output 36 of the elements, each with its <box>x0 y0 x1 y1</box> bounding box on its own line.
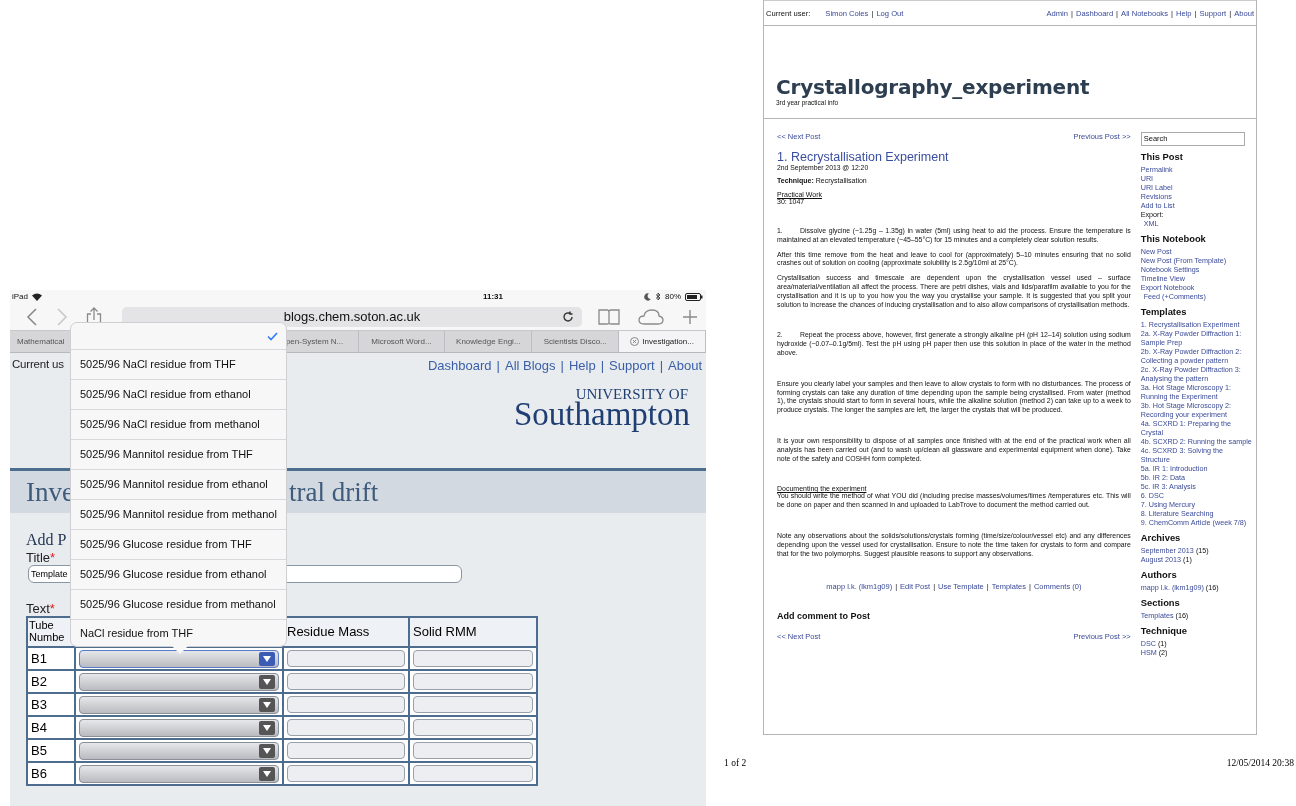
column-header: Residue Mass <box>283 617 409 647</box>
post-title: 1. Recrystallisation Experiment <box>777 150 950 164</box>
separator: | <box>600 358 605 373</box>
required-mark: * <box>49 601 55 616</box>
sidebar-heading: Sections <box>1140 597 1181 608</box>
separator: | <box>496 358 500 373</box>
form-heading: Add P <box>26 531 67 549</box>
column-header: Tube Numbe <box>27 617 75 647</box>
row-label: B4 <box>27 716 75 739</box>
sidebar-heading: This Post <box>1140 151 1184 162</box>
sidebar-heading: Technique <box>1140 625 1188 636</box>
text-label: Text <box>26 601 50 616</box>
device-label: iPad <box>12 292 28 301</box>
row-label: B1 <box>27 647 75 670</box>
row-label: B3 <box>27 693 75 716</box>
sidebar-heading: This Notebook <box>1140 233 1207 244</box>
row-label: B2 <box>27 670 75 693</box>
clock-time: 11:31 <box>482 292 503 301</box>
current-user-label: Current us <box>12 358 64 372</box>
comment-heading: Add comment to Post <box>777 611 871 622</box>
sidebar-heading: Templates <box>1140 306 1188 317</box>
row-label: B6 <box>27 762 75 785</box>
battery-percent: 80% <box>665 292 681 301</box>
page-number: 1 of 2 <box>724 758 747 768</box>
separator: | <box>560 358 564 373</box>
separator: | <box>659 358 663 373</box>
sidebar-heading: Authors <box>1140 569 1178 580</box>
sidebar-heading: Archives <box>1140 532 1182 543</box>
required-mark: * <box>50 550 56 565</box>
blog-title: Crystallography_experiment <box>776 75 1091 99</box>
university-logo: UNIVERSITY OF Southampton <box>513 387 690 431</box>
print-date: 12/05/2014 20:38 <box>1226 758 1294 768</box>
title-label: Title <box>26 550 51 565</box>
column-header: Solid RMM <box>409 617 537 647</box>
page-title: tral drift <box>289 476 379 508</box>
row-label: B5 <box>27 739 75 762</box>
